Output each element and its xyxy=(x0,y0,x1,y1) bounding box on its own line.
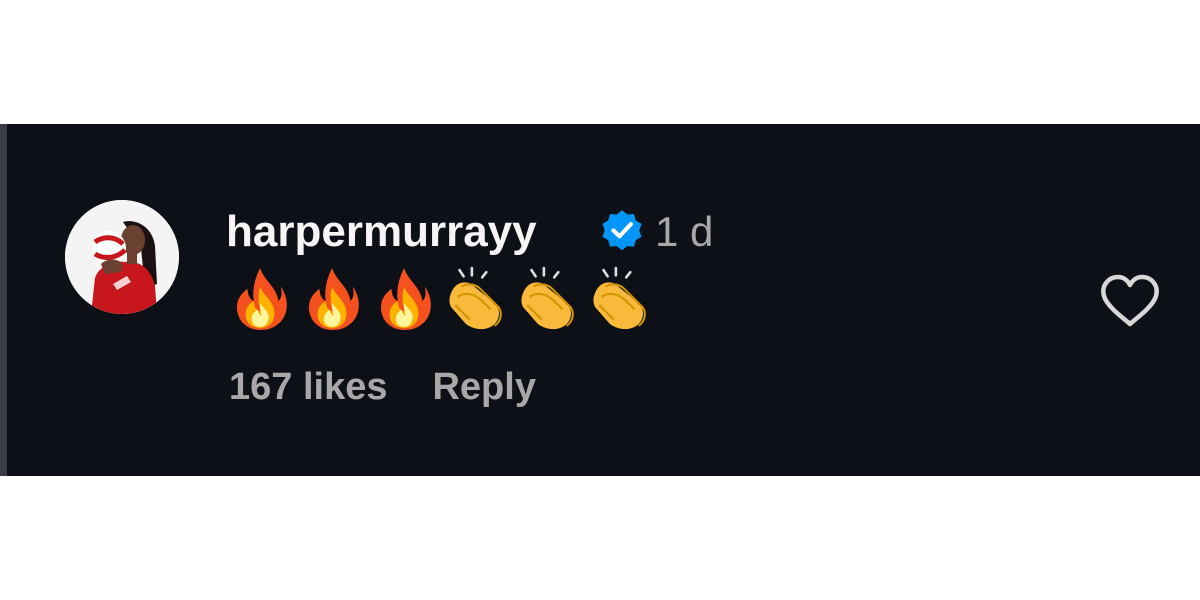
fire-emoji-icon xyxy=(380,268,431,330)
fire-emoji-icon xyxy=(236,268,287,330)
comment-username[interactable]: harpermurrayy xyxy=(226,204,537,260)
heart-outline-icon[interactable] xyxy=(1099,274,1161,328)
page: harpermurrayy 1 d 167 likes Reply xyxy=(0,0,1200,600)
comment-card: harpermurrayy 1 d 167 likes Reply xyxy=(0,124,1200,476)
comment-timestamp[interactable]: 1 d xyxy=(655,204,713,260)
comment-actions: 167 likes Reply xyxy=(229,362,536,412)
clapping-hands-emoji-icon xyxy=(521,266,574,330)
reply-button[interactable]: Reply xyxy=(432,362,535,412)
clapping-hands-emoji-icon xyxy=(593,266,646,330)
comment-body xyxy=(229,262,661,332)
avatar[interactable] xyxy=(65,200,179,314)
clapping-hands-emoji-icon xyxy=(449,266,502,330)
likes-count-link[interactable]: 167 likes xyxy=(229,362,387,412)
fire-emoji-icon xyxy=(308,268,359,330)
verified-badge-icon xyxy=(602,210,642,251)
avatar-image xyxy=(65,200,179,314)
